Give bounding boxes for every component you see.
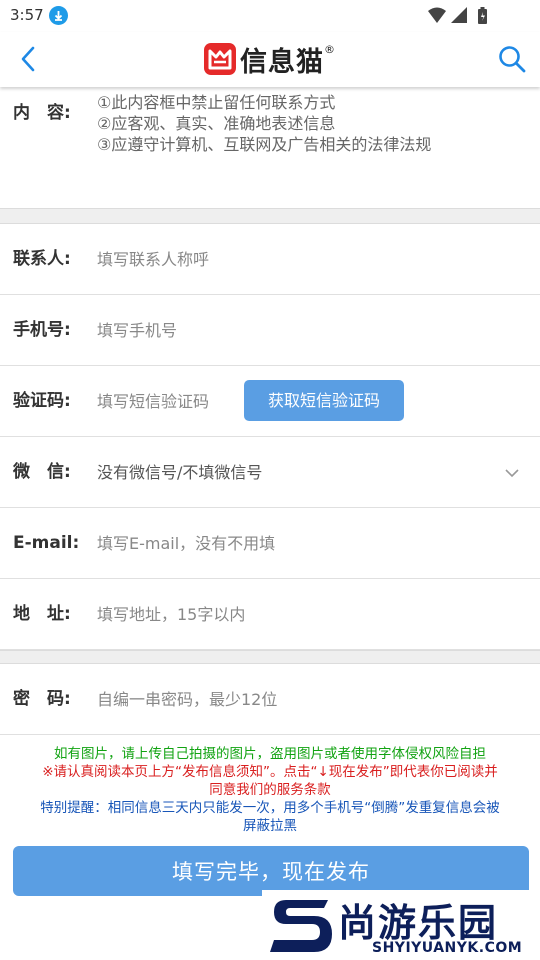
- signal-icon: [451, 7, 467, 23]
- notice-terms: ※请认真阅读本页上方“发布信息须知”。点击“↓现在发布”即代表你已阅读并: [42, 764, 498, 780]
- battery-icon: [478, 7, 487, 24]
- address-input[interactable]: [97, 597, 427, 631]
- contact-label: 联系人:: [13, 249, 71, 269]
- cat-logo-icon: [204, 43, 236, 75]
- address-row: 地 址:: [0, 579, 540, 650]
- content-rules: ①此内容框中禁止留任何联系方式 ②应客观、真实、准确地表述信息 ③应遵守计算机、…: [97, 92, 431, 155]
- contact-row: 联系人:: [0, 224, 540, 295]
- search-icon[interactable]: [496, 43, 528, 75]
- chevron-left-icon[interactable]: [14, 44, 44, 74]
- content-section[interactable]: 内 容: ①此内容框中禁止留任何联系方式 ②应客观、真实、准确地表述信息 ③应遵…: [0, 87, 540, 208]
- wechat-row[interactable]: 微 信: 没有微信号/不填微信号: [0, 437, 540, 508]
- notice-image-warning: 如有图片，请上传自己拍摄的图片，盗用图片或者使用字体侵权风险自担: [54, 746, 486, 762]
- content-rule: ②应客观、真实、准确地表述信息: [97, 114, 336, 133]
- verify-label: 验证码:: [13, 391, 71, 411]
- email-row: E-mail:: [0, 508, 540, 579]
- notice-reminder: 特别提醒：相同信息三天内只能发一次，用多个手机号“倒腾”发重复信息会被: [40, 800, 500, 816]
- password-label: 密 码:: [13, 689, 71, 709]
- wechat-label: 微 信:: [13, 462, 71, 482]
- status-bar: 3:57: [0, 0, 540, 32]
- content-rule: ③应遵守计算机、互联网及广告相关的法律法规: [97, 135, 432, 154]
- section-divider: [0, 650, 540, 664]
- content-label: 内 容:: [13, 103, 71, 123]
- publish-button[interactable]: 填写完毕，现在发布: [13, 846, 529, 896]
- phone-label: 手机号:: [13, 320, 71, 340]
- section-divider: [0, 208, 540, 224]
- wechat-select[interactable]: 没有微信号/不填微信号: [97, 437, 262, 508]
- status-time: 3:57: [10, 6, 44, 24]
- get-sms-code-button[interactable]: 获取短信验证码: [244, 380, 404, 421]
- email-label: E-mail:: [13, 533, 80, 553]
- password-row: 密 码:: [0, 664, 540, 735]
- top-navbar: 信息猫 ®: [0, 32, 540, 87]
- verify-code-input[interactable]: [97, 384, 237, 418]
- download-icon: [49, 6, 68, 25]
- content-rule: ①此内容框中禁止留任何联系方式: [97, 93, 336, 112]
- system-icons: [426, 6, 506, 30]
- app-logo: 信息猫 ®: [204, 41, 335, 78]
- app-name: 信息猫: [240, 46, 324, 78]
- publish-notice: 如有图片，请上传自己拍摄的图片，盗用图片或者使用字体侵权风险自担 ※请认真阅读本…: [0, 745, 540, 835]
- notice-reminder-cont: 屏蔽拉黑: [243, 818, 297, 834]
- chevron-down-icon[interactable]: [504, 465, 520, 479]
- phone-input[interactable]: [97, 313, 427, 347]
- watermark-s-logo-icon: [268, 894, 334, 960]
- phone-row: 手机号:: [0, 295, 540, 366]
- contact-input[interactable]: [97, 242, 427, 276]
- registered-mark: ®: [324, 43, 335, 56]
- address-label: 地 址:: [13, 604, 71, 624]
- notice-terms-cont: 同意我们的服务条款: [209, 782, 331, 798]
- watermark-en: SHYIYUANYK.COM: [372, 940, 523, 956]
- password-input[interactable]: [97, 682, 427, 716]
- wifi-icon: [428, 7, 446, 23]
- email-input[interactable]: [97, 526, 427, 560]
- watermark-logo: 尚游乐园 SHYIYUANYK.COM: [262, 890, 540, 960]
- watermark-cn: 尚游乐园: [338, 901, 499, 945]
- verify-row: 验证码: 获取短信验证码: [0, 366, 540, 437]
